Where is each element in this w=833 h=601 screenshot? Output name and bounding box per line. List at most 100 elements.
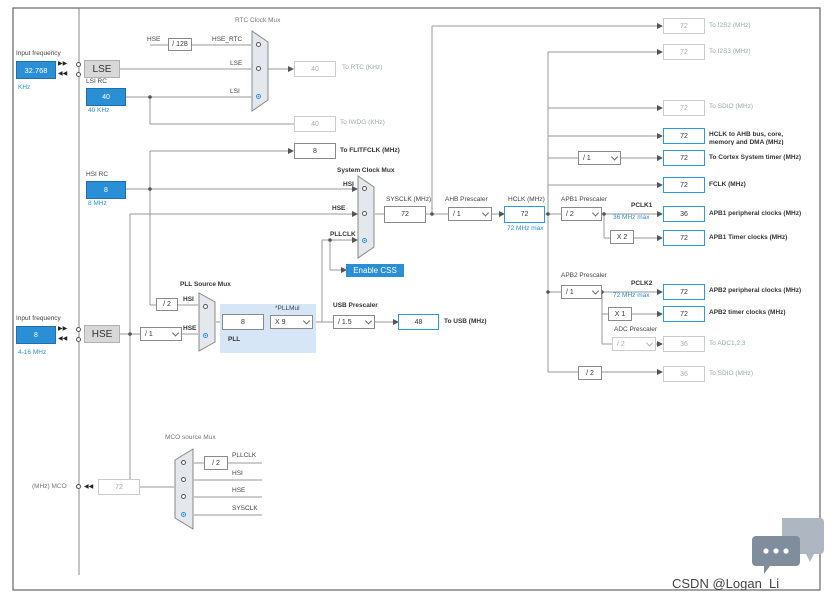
hse-prediv-select[interactable]: / 1 — [140, 327, 182, 341]
usb-prescaler-select[interactable]: / 1.5 — [333, 315, 375, 329]
system-clock-mux-label: System Clock Mux — [337, 167, 395, 174]
pll-hsi-div2-box: / 2 — [156, 298, 178, 311]
rtc-lse-label: LSE — [230, 60, 243, 67]
apb1-timer-label: APB1 Timer clocks (MHz) — [709, 234, 788, 241]
sysmux-radio-hse[interactable] — [362, 211, 367, 216]
apb2-prescaler-select[interactable]: / 1 — [561, 285, 602, 299]
rtc-hse-rtc-label: HSE_RTC — [212, 36, 243, 43]
lse-input-unit: KHz — [18, 84, 31, 91]
mco-radio-sysclk[interactable] — [181, 512, 186, 517]
pll-source-mux — [198, 292, 216, 352]
mco-radio-hsi[interactable] — [181, 477, 186, 482]
lse-out-arrow-icon: ◀◀ — [58, 71, 68, 77]
mco-source-mux-label: MCO source Mux — [165, 434, 216, 441]
i2s3-output-value: 72 — [663, 44, 705, 60]
lsi-unit: 40 KHz — [88, 107, 110, 114]
mco-hsi-label: HSI — [232, 470, 243, 477]
rtc-mux-radio-lsi[interactable] — [256, 94, 261, 99]
chevron-down-icon — [610, 153, 619, 161]
apb1-prescaler-select[interactable]: / 2 — [561, 207, 602, 221]
mco-radio-hse[interactable] — [181, 494, 186, 499]
hse-in-arrow-icon: ▶▶ — [58, 326, 68, 332]
sysmux-radio-pllclk[interactable] — [362, 238, 367, 243]
pll-mul-label: *PLLMul — [275, 305, 300, 312]
apb1-prescaler-value: / 2 — [566, 210, 574, 218]
enable-css-button[interactable]: Enable CSS — [346, 264, 404, 277]
lsi-value: 40 — [86, 88, 126, 106]
chevron-down-icon — [171, 329, 180, 337]
pll-mux-radio-hsi[interactable] — [203, 304, 208, 309]
usb-output-label: To USB (MHz) — [444, 318, 487, 325]
hclk-label: HCLK (MHz) — [508, 196, 545, 203]
hse-input-value[interactable]: 8 — [16, 326, 56, 344]
apb2-timer-value: 72 — [663, 306, 705, 322]
ahb-prescaler-select[interactable]: / 1 — [448, 207, 492, 221]
mco-sysclk-label: SYSCLK — [232, 505, 258, 512]
hsi-unit: 8 MHz — [88, 200, 107, 207]
mco-port — [76, 484, 81, 489]
sysmux-radio-hsi[interactable] — [362, 186, 367, 191]
cortex-timer-label: To Cortex System timer (MHz) — [709, 154, 801, 161]
apb1-periph-label: APB1 peripheral clocks (MHz) — [709, 210, 802, 217]
adc-output-value: 36 — [663, 336, 705, 352]
mco-arrow-icon: ◀◀ — [84, 484, 94, 490]
fclk-value: 72 — [663, 177, 705, 193]
lse-source-block[interactable]: LSE — [84, 60, 120, 78]
lse-input-label: Input frequency — [16, 50, 61, 57]
hsi-label: HSI RC — [86, 171, 109, 178]
i2s2-output-value: 72 — [663, 18, 705, 34]
chevron-down-icon — [591, 287, 600, 295]
chevron-down-icon — [645, 339, 654, 347]
cortex-div-select[interactable]: / 1 — [578, 151, 621, 165]
iwdg-output-value: 40 — [294, 116, 336, 132]
clock-configuration-diagram: Input frequency 32.768 KHz ▶▶ ◀◀ LSE LSI… — [0, 0, 833, 601]
rtc-output-value: 40 — [294, 61, 336, 77]
apb2-timer-mul: X 1 — [608, 307, 632, 321]
rtc-mux-radio-hse[interactable] — [256, 42, 261, 47]
sdio2-output-label: To SDIO (MHz) — [709, 370, 754, 377]
apb1-timer-mul: X 2 — [610, 230, 634, 244]
mco-radio-pllclk[interactable] — [181, 460, 186, 465]
adc-prescaler-value: / 2 — [617, 340, 625, 348]
lse-port-bottom — [76, 72, 81, 77]
adc-prescaler-select[interactable]: / 2 — [612, 337, 656, 351]
lse-port-top — [76, 62, 81, 67]
sysmux-hsi-label: HSI — [343, 181, 354, 188]
lse-input-value[interactable]: 32.768 — [16, 61, 56, 79]
apb2-prescaler-value: / 1 — [566, 288, 574, 296]
sdio2-div-box: / 2 — [578, 366, 602, 380]
pll-source-mux-label: PLL Source Mux — [180, 281, 231, 288]
adc-prescaler-label: ADC Prescaler — [614, 326, 657, 333]
hse-port-bottom — [76, 337, 81, 342]
mco-div2-box: / 2 — [204, 456, 228, 470]
pll-mux-radio-hse[interactable] — [203, 333, 208, 338]
hclk-ahb-value: 72 — [663, 128, 705, 144]
ahb-prescaler-value: / 1 — [453, 210, 461, 218]
pll-mux-hsi-label: HSI — [183, 296, 194, 303]
hse-port-top — [76, 327, 81, 332]
sysclk-value[interactable]: 72 — [384, 206, 426, 223]
rtc-div128-box: / 128 — [168, 38, 192, 51]
ahb-prescaler-label: AHB Prescaler — [445, 196, 488, 203]
chevron-down-icon — [364, 317, 373, 325]
rtc-mux-radio-lse[interactable] — [256, 66, 261, 71]
rtc-output-label: To RTC (KHz) — [342, 64, 383, 71]
sysmux-pllclk-label: PLLCLK — [330, 231, 356, 238]
i2s3-output-label: To I2S3 (MHz) — [709, 48, 751, 55]
apb2-periph-value: 72 — [663, 284, 705, 300]
hse-input-unit: 4-16 MHz — [18, 349, 47, 356]
flitf-output-value: 8 — [294, 143, 336, 159]
rtc-hse-label: HSE — [147, 36, 161, 43]
flitf-output-label: To FLITFCLK (MHz) — [340, 147, 400, 154]
apb2-periph-label: APB2 peripheral clocks (MHz) — [709, 287, 802, 294]
hse-source-block[interactable]: HSE — [84, 325, 120, 343]
apb2-timer-label: APB2 timer clocks (MHz) — [709, 309, 786, 316]
hclk-max: 72 MHz max — [507, 225, 544, 232]
usb-prescaler-value: / 1.5 — [338, 318, 352, 326]
apb1-timer-value: 72 — [663, 230, 705, 246]
hclk-value[interactable]: 72 — [504, 206, 545, 223]
rtc-lsi-label: LSI — [230, 88, 240, 95]
pll-mul-select[interactable]: X 9 — [270, 315, 313, 329]
hsi-value: 8 — [86, 181, 126, 199]
sdio2-output-value: 36 — [663, 366, 705, 382]
